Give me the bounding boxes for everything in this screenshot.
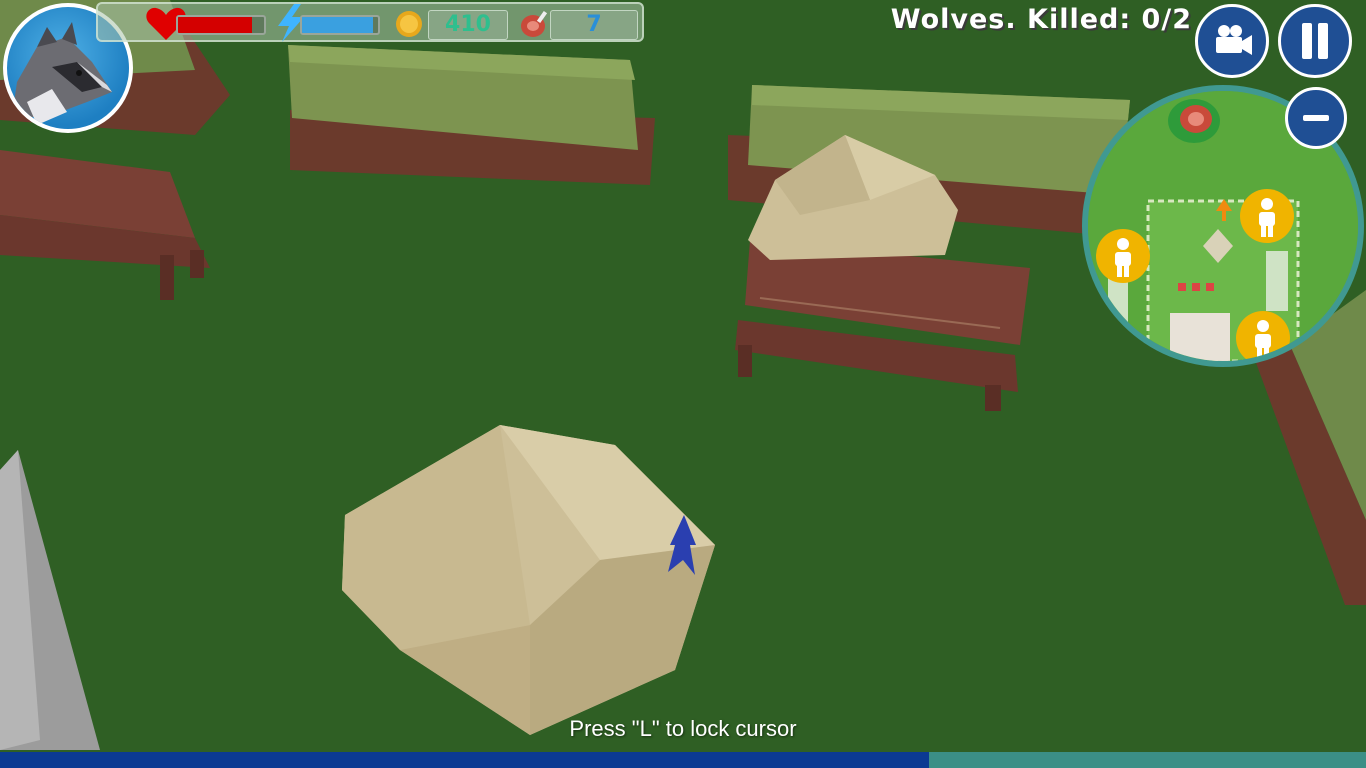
coins-count: 410 [428,10,508,40]
coin-icon [396,11,422,37]
video-camera-icon [1216,25,1252,55]
pause-button[interactable] [1278,4,1352,78]
camera-button[interactable] [1195,4,1269,78]
progress-fill [0,752,929,768]
minimap-zoom-out-button[interactable] [1285,87,1347,149]
person-marker-icon [1240,189,1294,243]
cursor-lock-hint: Press "L" to lock cursor [569,716,797,741]
mission-progress: Wolves. Killed: 0/2 [890,4,1192,35]
health-bar [176,15,266,35]
status-bar: 410 7 [96,2,644,42]
pause-icon [1302,23,1328,59]
meat-count: 7 [550,10,638,40]
energy-bar [300,15,380,35]
minus-icon [1303,115,1329,121]
person-marker-icon [1096,229,1150,283]
hedge-planter [288,45,655,185]
meat-target-icon [1168,99,1220,143]
progress-bar [0,752,1366,768]
person-marker-icon [1236,311,1290,361]
meat-icon [521,10,548,37]
